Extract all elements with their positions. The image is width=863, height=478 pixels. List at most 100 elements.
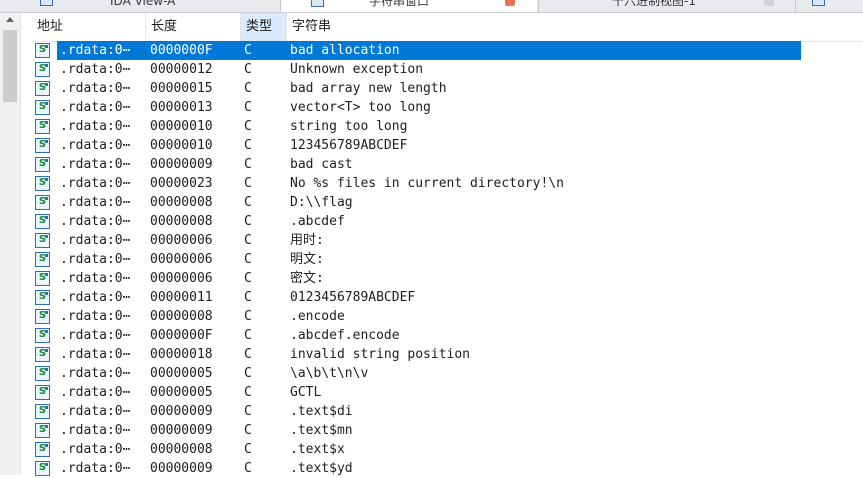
type-cell: C xyxy=(244,119,252,134)
string-cell: .text$di xyxy=(290,404,353,419)
string-icon: S xyxy=(35,176,50,191)
string-icon: S xyxy=(35,233,50,248)
table-row[interactable]: S .rdata:0⋯ 00000013 Cvector<T> too long xyxy=(32,98,863,117)
string-icon: S xyxy=(35,328,50,343)
table-row[interactable]: S .rdata:0⋯ 00000010 Cstring too long xyxy=(32,117,863,136)
table-row[interactable]: S .rdata:0⋯ 00000009 Cbad cast xyxy=(32,155,863,174)
length-cell: 00000008 xyxy=(150,442,213,457)
string-icon: S xyxy=(35,423,50,438)
table-row[interactable]: S .rdata:0⋯ 00000009 C .text$yd xyxy=(32,459,863,478)
address-cell: .rdata:0⋯ xyxy=(60,157,131,172)
type-cell: C xyxy=(244,43,252,58)
tab-bar: IDA View-A 字符串窗口 十六进制视图-1 xyxy=(0,0,863,13)
address-cell: .rdata:0⋯ xyxy=(60,423,131,438)
address-cell: .rdata:0⋯ xyxy=(60,81,131,96)
table-row[interactable]: S .rdata:0⋯ 00000015 Cbad array new length xyxy=(32,79,863,98)
address-cell: .rdata:0⋯ xyxy=(60,328,131,343)
tab-hex-view[interactable]: 十六进制视图-1 xyxy=(612,0,696,12)
table-row[interactable]: S .rdata:0⋯ 00000008 C .abcdef xyxy=(32,212,863,231)
column-header-string[interactable]: 字符串 xyxy=(287,13,863,41)
tab-close-icon[interactable] xyxy=(764,0,774,6)
type-cell: C xyxy=(244,404,252,419)
string-icon: S xyxy=(35,214,50,229)
column-label: 类型 xyxy=(246,19,273,34)
string-icon: S xyxy=(35,461,50,476)
table-row[interactable]: S .rdata:0⋯ 00000005 C \a\b\t\n\v xyxy=(32,364,863,383)
table-row[interactable]: S .rdata:0⋯ 0000000F C .abcdef.encode xyxy=(32,326,863,345)
table-row[interactable]: S .rdata:0⋯ 00000009 C .text$di xyxy=(32,402,863,421)
string-icon: S xyxy=(35,119,50,134)
type-cell: C xyxy=(244,81,252,96)
type-cell: C xyxy=(244,442,252,457)
column-header-length[interactable]: 长度 xyxy=(146,13,241,41)
string-icon: S xyxy=(35,62,50,77)
length-cell: 00000010 xyxy=(150,138,213,153)
table-row[interactable]: S .rdata:0⋯ 00000009 C .text$mn xyxy=(32,421,863,440)
structures-icon[interactable] xyxy=(812,0,825,6)
string-icon: S xyxy=(35,347,50,362)
type-cell: C xyxy=(244,233,252,248)
table-row[interactable]: S .rdata:0⋯ 00000008 C .encode xyxy=(32,307,863,326)
table-row[interactable]: S .rdata:0⋯ 00000008 C D:\\flag xyxy=(32,193,863,212)
string-icon: S xyxy=(35,385,50,400)
type-cell: C xyxy=(244,214,252,229)
vertical-scrollbar[interactable] xyxy=(0,13,21,475)
type-cell: C xyxy=(244,309,252,324)
column-header-address[interactable]: 地址 xyxy=(32,13,146,41)
table-row[interactable]: S .rdata:0⋯ 00000006 C 密文: xyxy=(32,269,863,288)
tab-ida-view[interactable]: IDA View-A xyxy=(110,0,175,12)
address-cell: .rdata:0⋯ xyxy=(60,138,131,153)
type-cell: C xyxy=(244,385,252,400)
table-row[interactable]: S .rdata:0⋯ 00000005 C GCTL xyxy=(32,383,863,402)
table-row[interactable]: S .rdata:0⋯ 00000008 C .text$x xyxy=(32,440,863,459)
table-row[interactable]: S .rdata:0⋯ 00000018 Cinvalid string positi… xyxy=(32,345,863,364)
table-row[interactable]: S .rdata:0⋯ 00000010 C 123456789ABCDEF xyxy=(32,136,863,155)
column-header: 地址 长度 类型 字符串 xyxy=(32,13,863,42)
length-cell: 00000013 xyxy=(150,100,213,115)
tab-label: IDA View-A xyxy=(110,0,176,8)
address-cell: .rdata:0⋯ xyxy=(60,62,131,77)
string-icon: S xyxy=(35,43,50,58)
address-cell: .rdata:0⋯ xyxy=(60,442,131,457)
string-icon: S xyxy=(35,290,50,305)
length-cell: 00000008 xyxy=(150,309,213,324)
address-cell: .rdata:0⋯ xyxy=(60,252,131,267)
tab-label: 十六进制视图-1 xyxy=(612,0,696,8)
length-cell: 0000000F xyxy=(150,328,213,343)
type-cell: C xyxy=(244,157,252,172)
string-cell: bad allocation xyxy=(290,43,400,58)
string-cell: .abcdef xyxy=(290,214,345,229)
tab-strings[interactable]: 字符串窗口 xyxy=(281,0,537,12)
string-icon: S xyxy=(35,252,50,267)
type-cell: C xyxy=(244,195,252,210)
length-cell: 00000009 xyxy=(150,404,213,419)
address-cell: .rdata:0⋯ xyxy=(60,309,131,324)
table-row[interactable]: S .rdata:0⋯ 00000006 C 明文: xyxy=(32,250,863,269)
type-cell: C xyxy=(244,176,252,191)
column-header-type[interactable]: 类型 xyxy=(241,13,287,41)
tab-close-icon[interactable] xyxy=(505,0,515,6)
string-cell: 明文: xyxy=(290,252,324,267)
column-label: 长度 xyxy=(151,19,178,34)
length-cell: 00000018 xyxy=(150,347,213,362)
address-cell: .rdata:0⋯ xyxy=(60,347,131,362)
string-cell: vector<T> too long xyxy=(290,100,431,115)
table-row[interactable]: S .rdata:0⋯ 0000000F Cbad allocation xyxy=(32,41,863,60)
length-cell: 00000006 xyxy=(150,233,213,248)
table-row[interactable]: S .rdata:0⋯ 00000006 C 用时: xyxy=(32,231,863,250)
type-cell: C xyxy=(244,347,252,362)
address-cell: .rdata:0⋯ xyxy=(60,176,131,191)
type-cell: C xyxy=(244,366,252,381)
address-cell: .rdata:0⋯ xyxy=(60,119,131,134)
scroll-up-icon[interactable] xyxy=(6,17,14,22)
scroll-thumb[interactable] xyxy=(3,30,17,102)
table-row[interactable]: S .rdata:0⋯ 00000012 C Unknown exception xyxy=(32,60,863,79)
table-row[interactable]: S .rdata:0⋯ 00000023 C No %s files in curren… xyxy=(32,174,863,193)
string-icon: S xyxy=(35,442,50,457)
table-row[interactable]: S .rdata:0⋯ 00000011 C 0123456789ABCDEF xyxy=(32,288,863,307)
type-cell: C xyxy=(244,461,252,476)
address-cell: .rdata:0⋯ xyxy=(60,43,131,58)
disassembly-icon xyxy=(40,0,53,6)
string-cell: string too long xyxy=(290,119,408,134)
tab-label: 字符串窗口 xyxy=(369,0,430,8)
